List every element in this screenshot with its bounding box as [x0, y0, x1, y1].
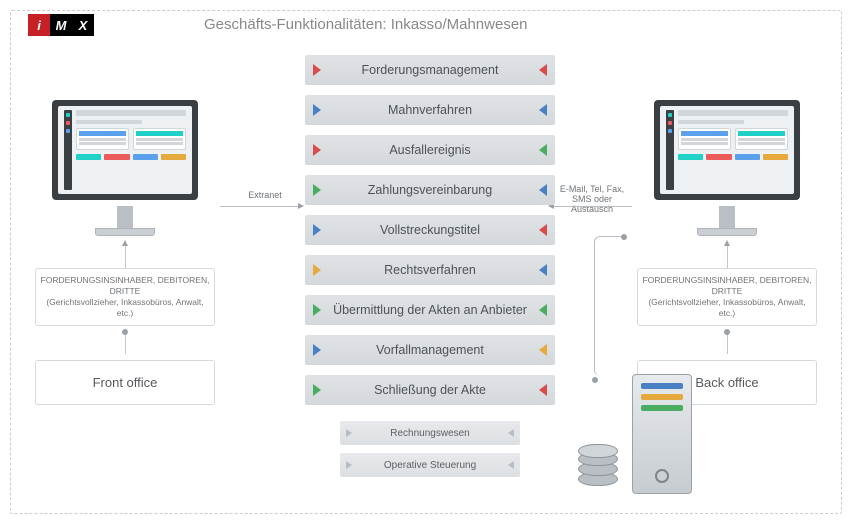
back-office-monitor [632, 100, 822, 236]
back-parties-box: FORDERUNGSINSINHABER, DEBITOREN, DRITTE … [637, 268, 817, 326]
arrow-left [220, 206, 298, 207]
arrow-right-icon [539, 264, 547, 276]
arrow-left-icon [313, 104, 321, 116]
arrow-right-icon [539, 104, 547, 116]
process-bar: Mahnverfahren [305, 95, 555, 125]
back-parties-l1: FORDERUNGSINSINHABER, DEBITOREN, DRITTE [643, 275, 812, 296]
arrow-right [554, 206, 632, 207]
arrow-right-icon [539, 144, 547, 156]
process-bar: Rechtsverfahren [305, 255, 555, 285]
arrow-left-icon [313, 264, 321, 276]
server-group [576, 374, 692, 494]
process-bar: Vorfallmanagement [305, 335, 555, 365]
arrow-left-icon [313, 304, 321, 316]
arrow-right-icon [539, 64, 547, 76]
process-bar: Übermittlung der Akten an Anbieter [305, 295, 555, 325]
process-label: Zahlungsvereinbarung [368, 183, 492, 197]
server-icon [632, 374, 692, 494]
left-column: FORDERUNGSINSINHABER, DEBITOREN, DRITTE … [30, 100, 220, 405]
arrow-left-icon [313, 384, 321, 396]
logo-i: i [28, 14, 50, 36]
process-label: Übermittlung der Akten an Anbieter [333, 303, 527, 317]
database-icon [576, 442, 620, 494]
front-office-box: Front office [35, 360, 215, 405]
arrow-left-icon [313, 144, 321, 156]
arrow-right-icon [539, 384, 547, 396]
arrow-right-icon [508, 429, 514, 437]
sub-process-label: Rechnungswesen [390, 428, 470, 439]
arrow-left-icon [313, 224, 321, 236]
sub-process-bar: Operative Steuerung [340, 453, 520, 477]
arrow-right-icon [508, 461, 514, 469]
connector-vertical [125, 246, 126, 268]
process-label: Ausfallereignis [389, 143, 470, 157]
process-label: Vorfallmanagement [376, 343, 484, 357]
sub-process-list: Rechnungswesen Operative Steuerung [305, 421, 555, 477]
logo-x: X [72, 14, 94, 36]
front-parties-l1: FORDERUNGSINSINHABER, DEBITOREN, DRITTE [41, 275, 210, 296]
logo-imx: i M X [28, 14, 94, 36]
arrow-left-icon [313, 64, 321, 76]
process-label: Rechtsverfahren [384, 263, 476, 277]
process-bar: Vollstreckungstitel [305, 215, 555, 245]
arrow-right-icon [539, 184, 547, 196]
front-office-monitor [30, 100, 220, 236]
process-label: Mahnverfahren [388, 103, 472, 117]
right-column: FORDERUNGSINSINHABER, DEBITOREN, DRITTE … [632, 100, 822, 405]
connector-vertical [727, 246, 728, 268]
process-bar: Schließung der Akte [305, 375, 555, 405]
arrow-right-icon [539, 304, 547, 316]
process-bar: Zahlungsvereinbarung [305, 175, 555, 205]
monitor-frame [654, 100, 800, 200]
monitor-frame [52, 100, 198, 200]
arrow-right-icon [539, 224, 547, 236]
arrow-left-icon [346, 461, 352, 469]
process-bar: Ausfallereignis [305, 135, 555, 165]
arrow-right-icon [539, 344, 547, 356]
monitor-screen [58, 106, 192, 194]
process-label: Vollstreckungstitel [380, 223, 480, 237]
arrow-left-icon [313, 344, 321, 356]
center-column: Forderungsmanagement Mahnverfahren Ausfall… [305, 55, 555, 485]
process-label: Forderungsmanagement [362, 63, 499, 77]
front-parties-box: FORDERUNGSINSINHABER, DEBITOREN, DRITTE … [35, 268, 215, 326]
arrow-left-icon [313, 184, 321, 196]
arrow-left-icon [346, 429, 352, 437]
logo-m: M [50, 14, 72, 36]
front-parties-l2: (Gerichtsvollzieher, Inkassobüros, Anwal… [46, 297, 203, 318]
monitor-screen [660, 106, 794, 194]
channels-label: E-Mail, Tel, Fax, SMS oder Austausch [552, 184, 632, 214]
process-list: Forderungsmanagement Mahnverfahren Ausfall… [305, 55, 555, 405]
process-label: Schließung der Akte [374, 383, 486, 397]
sub-process-label: Operative Steuerung [384, 460, 476, 471]
extranet-label: Extranet [225, 190, 305, 200]
sub-process-bar: Rechnungswesen [340, 421, 520, 445]
process-bar: Forderungsmanagement [305, 55, 555, 85]
server-connector [594, 236, 624, 376]
page-title: Geschäfts-Funktionalitäten: Inkasso/Mahn… [200, 16, 532, 33]
back-parties-l2: (Gerichtsvollzieher, Inkassobüros, Anwal… [648, 297, 805, 318]
